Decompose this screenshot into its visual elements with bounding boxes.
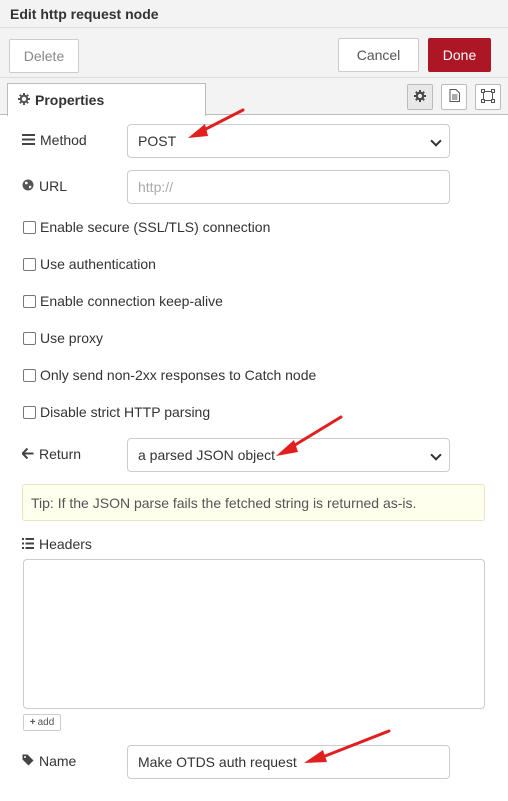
done-button[interactable]: Done [428,38,491,72]
properties-panel: Method POST URL http:// Enable secure (S… [0,115,508,801]
tab-settings[interactable] [407,84,433,110]
tag-icon [22,753,34,769]
method-select[interactable]: POST [127,124,450,158]
tab-properties-label: Properties [35,92,105,108]
method-label-text: Method [40,132,87,148]
url-input[interactable]: http:// [127,170,450,204]
checkbox-authentication[interactable]: Use authentication [23,256,156,272]
checkbox[interactable] [23,368,36,382]
tab-properties[interactable]: Properties [7,83,206,116]
name-value: Make OTDS auth request [138,754,297,770]
checkbox-strict-parsing[interactable]: Disable strict HTTP parsing [23,404,210,420]
return-select[interactable]: a parsed JSON object [127,438,450,472]
tab-appearance[interactable] [475,84,501,110]
checkbox-non-2xx[interactable]: Only send non-2xx responses to Catch nod… [23,367,316,383]
return-label: Return [21,446,82,462]
headers-label: Headers [22,536,92,552]
dialog-title: Edit http request node [0,0,508,28]
globe-icon [22,178,34,194]
url-label: URL [22,178,67,194]
checkbox[interactable] [23,220,36,234]
checkbox[interactable] [23,331,36,345]
list-icon [22,132,35,148]
tab-bar: Properties [0,78,508,116]
plus-icon: + [29,717,36,728]
url-label-text: URL [39,178,68,194]
document-icon [449,89,460,105]
checkbox-label: Enable connection keep-alive [40,293,223,309]
headers-label-text: Headers [39,536,92,552]
checkbox-proxy[interactable]: Use proxy [23,330,103,346]
checkbox-label: Use authentication [40,256,156,272]
method-label: Method [22,132,87,148]
tab-description[interactable] [441,84,467,110]
checkbox-keep-alive[interactable]: Enable connection keep-alive [23,293,223,309]
name-label: Name [22,753,76,769]
list-icon [22,536,34,552]
gear-icon [18,92,30,108]
cancel-button[interactable]: Cancel [338,38,419,72]
checkbox-label: Use proxy [40,330,104,346]
add-header-label: add [37,717,55,728]
checkbox[interactable] [23,405,36,419]
gear-icon [414,89,426,105]
checkbox-label: Only send non-2xx responses to Catch nod… [40,367,317,383]
tip-box: Tip: If the JSON parse fails the fetched… [22,484,485,521]
dialog-toolbar: Delete Cancel Done [0,28,508,78]
url-placeholder: http:// [138,179,174,195]
checkbox-label: Enable secure (SSL/TLS) connection [40,219,271,235]
return-value: a parsed JSON object [138,447,275,463]
return-label-text: Return [39,446,82,462]
name-label-text: Name [39,753,77,769]
headers-list[interactable] [23,559,485,709]
method-value: POST [138,133,177,149]
frame-icon [481,88,495,106]
delete-button[interactable]: Delete [9,39,79,73]
checkbox[interactable] [23,257,36,271]
add-header-button[interactable]: + add [23,714,61,731]
arrow-left-icon [21,446,34,462]
checkbox-label: Disable strict HTTP parsing [40,404,211,420]
checkbox[interactable] [23,294,36,308]
checkbox-ssl[interactable]: Enable secure (SSL/TLS) connection [23,219,270,235]
name-input[interactable]: Make OTDS auth request [127,745,450,779]
